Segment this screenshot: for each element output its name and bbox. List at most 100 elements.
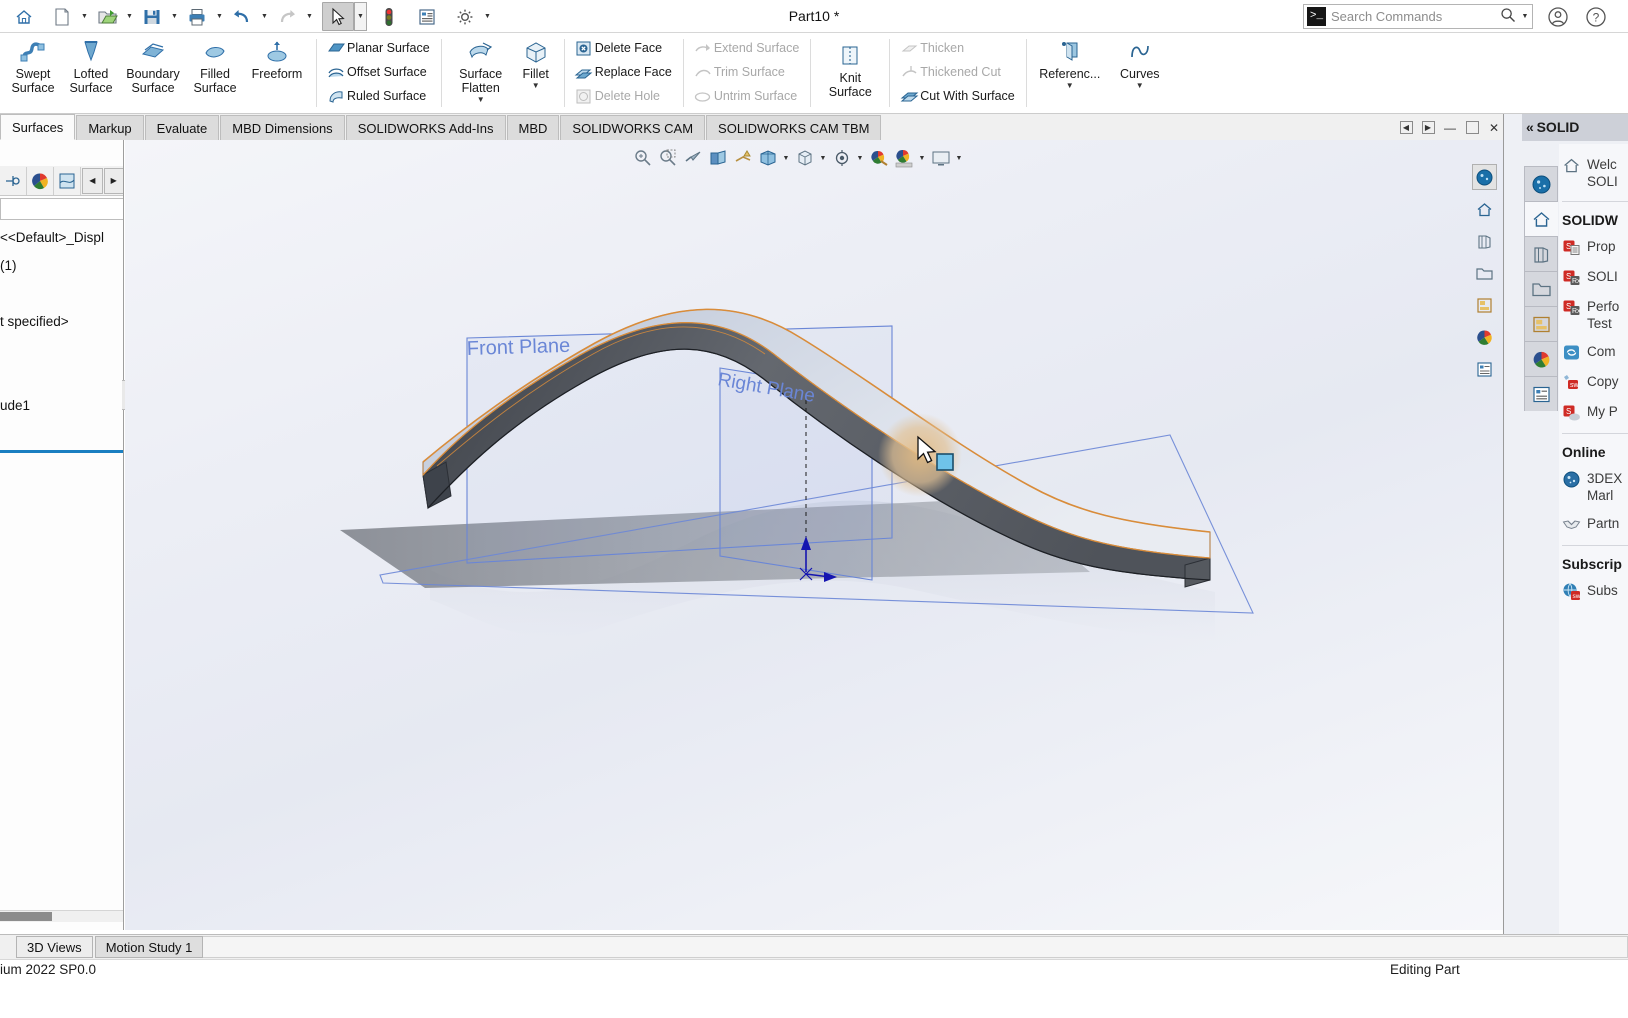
tp-item-my-products[interactable]: S My P (1562, 403, 1628, 422)
surface-flatten-button[interactable]: Surface Flatten ▼ (448, 33, 514, 113)
options-dropdown[interactable]: ▼ (481, 2, 494, 31)
replace-face-item[interactable]: Replace Face (571, 60, 677, 84)
tab-solidworks-add-ins[interactable]: SOLIDWORKS Add-Ins (345, 115, 506, 140)
feature-tree-hscrollbar[interactable] (0, 910, 123, 922)
trim-surface-item: Trim Surface (690, 60, 804, 84)
tp-item-community[interactable]: Com (1562, 343, 1628, 362)
file-properties-button[interactable] (411, 2, 443, 31)
welcome-row[interactable]: Welc SOLI (1562, 156, 1628, 190)
tab-motion-study-1[interactable]: Motion Study 1 (94, 936, 204, 958)
select-tool-dropdown[interactable]: ▼ (354, 2, 367, 31)
feature-manager-next-button[interactable]: ▶ (103, 167, 123, 194)
fillet-button[interactable]: Fillet ▼ (514, 33, 558, 113)
model-scene[interactable]: Front Plane Right Plane (125, 140, 1503, 930)
feature-tree-tab[interactable] (0, 166, 28, 195)
print-button[interactable] (181, 2, 213, 31)
save-dropdown[interactable]: ▼ (168, 2, 181, 31)
filled-surface-button[interactable]: Filled Surface (186, 33, 244, 113)
redo-dropdown[interactable]: ▼ (303, 2, 316, 31)
tp-item-partner-label: Partn (1587, 516, 1620, 531)
tab-evaluate[interactable]: Evaluate (144, 115, 220, 140)
tp-view-palette-tab[interactable] (1524, 306, 1558, 341)
tree-row-body[interactable]: (1) (0, 252, 123, 280)
options-gear-button[interactable] (449, 2, 481, 31)
feature-tree-filter-input[interactable] (0, 198, 123, 220)
ruled-surface-item[interactable]: Ruled Surface (323, 84, 435, 108)
swept-surface-button[interactable]: Swept Surface (4, 33, 62, 113)
close-button[interactable]: ✕ (1483, 117, 1505, 139)
tp-item-3dexperience-marketplace[interactable]: 3DEX Marl (1562, 470, 1628, 504)
delete-hole-item: Delete Hole (571, 84, 677, 108)
tp-home-tab[interactable] (1524, 201, 1558, 236)
new-document-dropdown[interactable]: ▼ (78, 2, 91, 31)
cut-with-surface-item[interactable]: Cut With Surface (896, 84, 1019, 108)
quick-access-toolbar: ▼ ▼ ▼ ▼ ▼ ▼ ▼ ▼ (8, 0, 494, 33)
open-document-dropdown[interactable]: ▼ (123, 2, 136, 31)
tp-file-explorer-tab[interactable] (1524, 271, 1558, 306)
search-dropdown-icon[interactable]: ▼ (1518, 13, 1532, 20)
tab-3d-views[interactable]: 3D Views (16, 936, 93, 958)
save-button[interactable] (136, 2, 168, 31)
curves-button[interactable]: Curves ▼ (1107, 33, 1173, 113)
study-tab-bar: 3D Views Motion Study 1 (0, 934, 1628, 959)
knit-surface-button[interactable]: Knit Surface (817, 33, 883, 113)
undo-dropdown[interactable]: ▼ (258, 2, 271, 31)
tp-item-solidworks-rx[interactable]: S Rx SOLI (1562, 268, 1628, 287)
graphics-viewport[interactable]: ▼ ▼ ▼ ▼ ▼ Front Plane Right Plane (125, 140, 1503, 930)
svg-text:sw: sw (1570, 382, 1580, 389)
rebuild-button[interactable] (373, 2, 405, 31)
home-button[interactable] (8, 2, 40, 31)
boundary-surface-button[interactable]: Boundary Surface (120, 33, 186, 113)
display-manager-tab[interactable] (27, 166, 55, 195)
feature-manager-panel: ◀ ▶ <<Default>_Displ (1) t specified> ud… (0, 140, 124, 930)
tree-row-material[interactable]: <<Default>_Displ (0, 224, 123, 252)
undo-button[interactable] (226, 2, 258, 31)
freeform-button[interactable]: Freeform (244, 33, 310, 113)
tab-mbd[interactable]: MBD (506, 115, 560, 140)
appearances-tab[interactable] (54, 166, 82, 195)
reference-geometry-dropdown[interactable]: ▼ (1066, 81, 1074, 90)
delete-face-item[interactable]: Delete Face (571, 36, 677, 60)
tp-item-copy-settings[interactable]: sw Copy (1562, 373, 1628, 392)
offset-surface-item[interactable]: Offset Surface (323, 60, 435, 84)
tp-item-subscription[interactable]: sw Subs (1562, 582, 1628, 601)
tp-item-partner-solutions[interactable]: Partn (1562, 515, 1628, 534)
select-tool-button[interactable] (322, 2, 354, 31)
tp-appearances-tab[interactable] (1524, 341, 1558, 376)
sw-rx-perf-icon: S Rx (1562, 298, 1581, 317)
lofted-surface-button[interactable]: Lofted Surface (62, 33, 120, 113)
tp-item-performance-test[interactable]: S Rx Perfo Test (1562, 298, 1628, 332)
tab-surfaces[interactable]: Surfaces (0, 114, 76, 140)
feature-tree-hscroll-thumb[interactable] (0, 912, 52, 921)
help-question-icon[interactable]: ? (1582, 3, 1610, 30)
open-document-button[interactable] (91, 2, 123, 31)
planar-surface-item[interactable]: Planar Surface (323, 36, 435, 60)
curves-dropdown[interactable]: ▼ (1136, 81, 1144, 90)
search-commands-box[interactable]: >_ Search Commands ▼ (1303, 4, 1533, 29)
search-input[interactable]: Search Commands (1331, 9, 1498, 24)
previous-window-button[interactable]: ◀ (1395, 117, 1417, 139)
feature-manager-prev-button[interactable]: ◀ (82, 167, 103, 194)
tab-solidworks-cam-tbm[interactable]: SOLIDWORKS CAM TBM (706, 115, 882, 140)
user-account-icon[interactable] (1544, 3, 1572, 30)
next-window-button[interactable]: ▶ (1417, 117, 1439, 139)
search-icon[interactable] (1498, 7, 1518, 26)
tp-3dexperience-tab[interactable] (1524, 166, 1558, 201)
fillet-dropdown[interactable]: ▼ (532, 81, 540, 90)
tree-row-not-specified[interactable]: t specified> (0, 308, 123, 336)
thicken-icon (898, 39, 920, 58)
redo-button[interactable] (271, 2, 303, 31)
tab-mbd-dimensions[interactable]: MBD Dimensions (220, 115, 345, 140)
surface-flatten-dropdown[interactable]: ▼ (477, 95, 485, 104)
new-document-button[interactable] (46, 2, 78, 31)
tp-custom-properties-tab[interactable] (1524, 376, 1558, 411)
reference-geometry-button[interactable]: Referenc... ▼ (1033, 33, 1107, 113)
tab-markup[interactable]: Markup (76, 115, 144, 140)
tab-solidworks-cam[interactable]: SOLIDWORKS CAM (560, 115, 706, 140)
minimize-button[interactable]: — (1439, 117, 1461, 139)
tp-item-properties[interactable]: S Prop (1562, 238, 1628, 257)
tp-design-library-tab[interactable] (1524, 236, 1558, 271)
restore-button[interactable] (1461, 117, 1483, 139)
print-dropdown[interactable]: ▼ (213, 2, 226, 31)
tree-row-extrude1[interactable]: ude1 (0, 392, 123, 420)
